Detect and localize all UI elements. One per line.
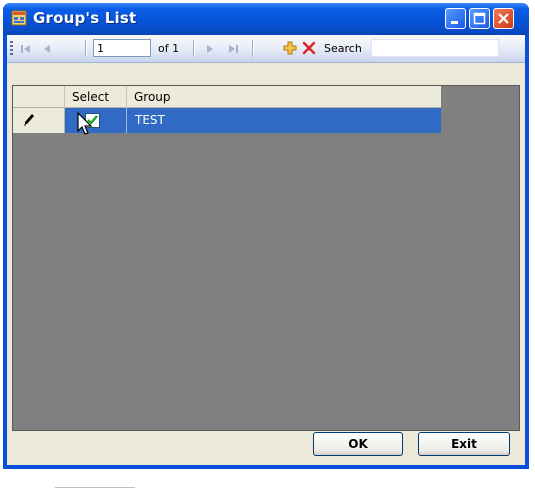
row-header-column-header[interactable]	[13, 86, 65, 108]
close-button[interactable]	[493, 8, 514, 29]
ok-button[interactable]: OK	[313, 432, 403, 456]
minimize-icon	[451, 21, 458, 24]
move-next-icon[interactable]	[203, 42, 217, 56]
column-header-group[interactable]: Group	[127, 86, 441, 108]
close-icon	[498, 13, 509, 24]
select-checkbox-cell[interactable]	[65, 108, 127, 135]
window-title: Group's List	[33, 9, 137, 27]
window-client-area: of 1 Search Select Group	[7, 35, 525, 465]
count-label: of 1	[158, 42, 180, 55]
toolbar-separator	[252, 40, 254, 57]
search-input[interactable]	[371, 39, 499, 57]
binding-navigator-toolbar: of 1 Search	[7, 35, 525, 63]
toolbar-separator	[193, 40, 195, 57]
move-first-icon[interactable]	[19, 42, 33, 56]
column-header-group-label: Group	[134, 90, 171, 104]
toolbar-grip[interactable]	[10, 41, 13, 56]
toolbar-separator	[85, 40, 87, 57]
position-input[interactable]	[93, 39, 151, 57]
title-bar[interactable]: Group's List	[3, 3, 529, 35]
app-form-icon	[11, 10, 27, 26]
groups-list-window: Group's List of 1	[3, 3, 529, 469]
pencil-edit-icon	[24, 114, 34, 126]
minimize-button[interactable]	[445, 8, 466, 29]
column-header-select[interactable]: Select	[65, 86, 127, 108]
row-header[interactable]	[13, 108, 65, 133]
column-header-select-label: Select	[72, 90, 110, 104]
move-last-icon[interactable]	[226, 42, 240, 56]
delete-icon[interactable]	[302, 41, 316, 55]
table-row[interactable]: TEST	[13, 108, 441, 135]
add-new-icon[interactable]	[283, 41, 297, 55]
mouse-pointer-icon	[77, 111, 93, 135]
exit-button[interactable]: Exit	[418, 432, 510, 456]
search-label: Search	[324, 42, 362, 55]
group-name-cell[interactable]: TEST	[127, 108, 441, 133]
groups-data-grid[interactable]: Select Group TEST	[12, 85, 520, 431]
maximize-icon	[473, 12, 486, 25]
maximize-button[interactable]	[469, 8, 490, 29]
move-previous-icon[interactable]	[40, 42, 54, 56]
group-name-text: TEST	[135, 113, 165, 127]
